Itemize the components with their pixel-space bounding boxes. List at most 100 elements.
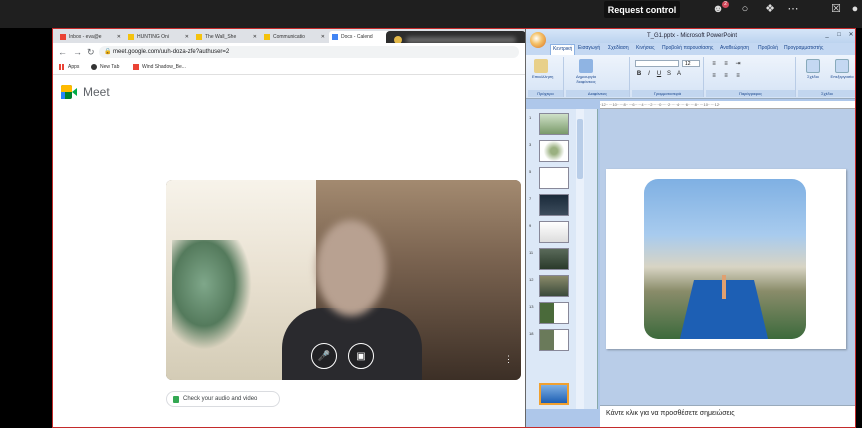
new-slide-button[interactable]: Δημιουργία διαφάνειας [570, 59, 602, 84]
current-slide[interactable] [606, 169, 846, 349]
indent-icon[interactable]: ⇥ [734, 61, 742, 68]
tab-home[interactable]: Κεντρική [550, 44, 576, 55]
tab-design[interactable]: Σχεδίαση [608, 45, 629, 51]
address-row: ← → ↻ 🔒 meet.google.com/uuh-doza-zfe?aut… [53, 43, 525, 61]
slide-thumbnail[interactable]: 7 [529, 194, 574, 218]
tab-hunting[interactable]: HUNTING Oni ✕ [125, 31, 191, 43]
camera-off-icon[interactable]: ☒ [829, 3, 843, 15]
slide-thumbnail-selected[interactable] [529, 383, 574, 407]
bookmark-icon [196, 34, 202, 40]
more-options-icon[interactable]: ⋮ [504, 354, 513, 365]
group-paragraph: ≡ ≡ ⇥ ≡ ≡ ≡ Παράγραφος [706, 57, 796, 97]
check-audio-video-button[interactable]: Check your audio and video [166, 391, 280, 407]
new-slide-icon [579, 59, 593, 73]
notification-badge: 2 [722, 1, 729, 8]
slide-thumbnail[interactable]: 12 [529, 275, 574, 299]
close-icon[interactable]: ✕ [185, 34, 189, 40]
gmail-icon [60, 34, 66, 40]
more-icon[interactable]: ⋯ [786, 3, 800, 15]
camera-icon: ▣ [356, 350, 366, 362]
share-icon[interactable]: ❖ [763, 3, 777, 15]
tab-insert[interactable]: Εισαγωγή [578, 45, 600, 51]
editing-button[interactable]: Επεξεργασία [828, 59, 855, 79]
slide-photo [644, 179, 806, 339]
paste-button[interactable]: Επικόλληση [532, 59, 553, 79]
slide-thumbnail[interactable]: 9 [529, 221, 574, 245]
camera-button[interactable]: ▣ [348, 343, 374, 369]
bullets-icon[interactable]: ≡ [710, 61, 718, 68]
slide-thumbnail[interactable]: 13 [529, 302, 574, 326]
back-icon[interactable]: ← [58, 47, 67, 57]
bookmark-icon [264, 34, 270, 40]
align-center-icon[interactable]: ≡ [722, 73, 730, 80]
find-icon [835, 59, 849, 73]
font-name-field[interactable] [635, 60, 679, 67]
numbering-icon[interactable]: ≡ [722, 61, 730, 68]
reload-icon[interactable]: ↻ [87, 47, 95, 58]
tab-animations[interactable]: Κινήσεις [636, 45, 655, 51]
chat-icon[interactable]: ○ [738, 3, 752, 15]
slide-thumbnail[interactable]: 11 [529, 248, 574, 272]
maximize-icon[interactable]: □ [834, 31, 844, 40]
strikethrough-button[interactable]: S [665, 71, 673, 78]
shadow-button[interactable]: A [675, 71, 683, 78]
notes-pane[interactable]: Κάντε κλικ για να προσθέσετε σημειώσεις [600, 405, 855, 427]
figure-image [722, 275, 726, 299]
minimize-icon[interactable]: _ [822, 31, 832, 40]
window-title: T_G1.pptx - Microsoft PowerPoint [526, 29, 855, 43]
bold-button[interactable]: B [635, 71, 643, 78]
meet-title: Meet [83, 85, 110, 99]
drawing-button[interactable]: Σχέδιο [800, 59, 826, 79]
teams-meeting-bar: Request control ☻ 2 ○ ❖ ⋯ ☒ ● [0, 0, 862, 28]
mic-icon: 🎤 [317, 350, 331, 362]
italic-button[interactable]: I [645, 71, 653, 78]
thumbnail-scrollbar[interactable] [576, 109, 584, 409]
bookmark-wind-shadow[interactable]: Wind Shadow_Be... [133, 64, 186, 70]
group-font: 12 B I U S A Γραμματοσειρά [632, 57, 704, 97]
group-clipboard: Επικόλληση Πρόχειρο [528, 57, 564, 97]
slide-thumbnail[interactable]: 18 [529, 329, 574, 353]
slide-thumbnail[interactable]: 3 [529, 140, 574, 164]
mic-button[interactable]: 🎤 [311, 343, 337, 369]
paste-icon [534, 59, 548, 73]
ribbon-tabs: Κεντρική Εισαγωγή Σχεδίαση Κινήσεις Προβ… [526, 43, 855, 55]
powerpoint-window: T_G1.pptx - Microsoft PowerPoint _ □ ✕ Κ… [525, 29, 855, 427]
tab-review[interactable]: Αναθεώρηση [720, 45, 749, 51]
font-size-field[interactable]: 12 [682, 60, 700, 67]
meet-icon [61, 85, 77, 99]
tab-view[interactable]: Προβολή [758, 45, 778, 51]
tab-communication[interactable]: Communicatio ✕ [261, 31, 327, 43]
close-icon[interactable]: ✕ [846, 31, 855, 40]
slide-editing-area [600, 109, 855, 405]
tab-the-wall[interactable]: The Wall_She ✕ [193, 31, 259, 43]
docs-icon [332, 34, 338, 40]
scrollbar-thumb[interactable] [577, 119, 583, 179]
office-button[interactable] [530, 32, 546, 48]
close-icon[interactable]: ✕ [117, 34, 121, 40]
bookmark-apps[interactable]: Apps [59, 64, 79, 70]
close-icon[interactable]: ✕ [321, 34, 325, 40]
slide-thumbnail[interactable]: 1 [529, 113, 574, 137]
address-bar[interactable]: 🔒 meet.google.com/uuh-doza-zfe?authuser=… [99, 46, 519, 58]
meet-logo: Meet [61, 85, 110, 99]
forward-icon[interactable]: → [73, 47, 82, 57]
align-right-icon[interactable]: ≡ [734, 73, 742, 80]
bookmark-new-tab[interactable]: New Tab [91, 64, 119, 70]
align-left-icon[interactable]: ≡ [710, 73, 718, 80]
plant-image [172, 240, 252, 350]
bookmark-icon [128, 34, 134, 40]
tab-slideshow[interactable]: Προβολή παρουσίασης [662, 45, 713, 51]
tab-inbox[interactable]: Inbox - eva@e ✕ [57, 31, 123, 43]
slides-panel: 1 3 5 7 9 11 12 13 18 [526, 109, 598, 409]
close-icon[interactable]: ✕ [253, 34, 257, 40]
globe-icon [91, 64, 97, 70]
horizontal-ruler: ·12·····10·····8·····6·····4·····2·····0… [600, 101, 855, 109]
slide-thumbnail[interactable]: 5 [529, 167, 574, 191]
shared-screen: Inbox - eva@e ✕ HUNTING Oni ✕ The Wall_She… [52, 28, 856, 428]
underline-button[interactable]: U [655, 71, 663, 78]
tab-developer[interactable]: Προγραμματιστής [784, 45, 823, 51]
audio-check-icon [173, 395, 179, 403]
mic-icon[interactable]: ● [848, 3, 862, 15]
group-drawing: Σχέδιο Επεξεργασία Σχέδιο [798, 57, 855, 97]
request-control-button[interactable]: Request control [604, 1, 680, 18]
